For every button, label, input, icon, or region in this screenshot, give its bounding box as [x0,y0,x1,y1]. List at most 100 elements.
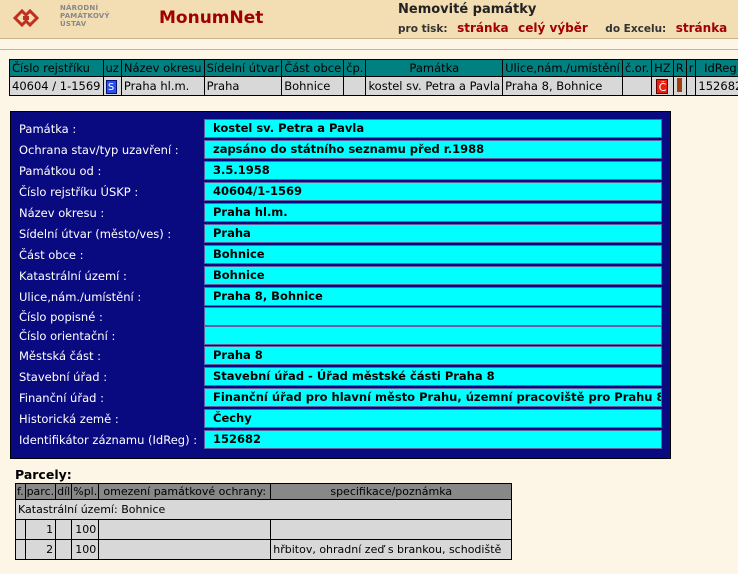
detail-label: Ulice,nám./umístění : [19,290,142,304]
detail-label: Sídelní útvar (město/ves) : [19,227,172,241]
col-idreg[interactable]: IdReg [696,60,738,76]
cell-pct: 100 [72,520,99,539]
header-bar: NÁRODNÍ PAMÁTKOVÝ ÚSTAV MonumNet Nemovit… [0,0,738,38]
cadastre-label: Katastrální území: Bohnice [16,500,512,519]
detail-label: Městská část : [19,349,102,363]
print-all-link[interactable]: celý výběr [518,21,588,35]
section-title: Nemovité památky [398,2,537,17]
detail-value: Bohnice [204,245,662,264]
hz-badge: Č [656,78,669,94]
detail-value [204,326,662,345]
detail-label: Ochrana stav/typ uzavření : [19,143,179,157]
detail-label: Finanční úřad : [19,391,104,405]
excel-page-link[interactable]: stránka [676,21,728,35]
detail-label: Část obce : [19,248,84,262]
detail-value: 3.5.1958 [204,161,662,180]
detail-row: Ulice,nám./umístění : Praha 8, Bohnice [11,287,672,307]
cell-note [271,520,512,539]
cell-f [16,520,25,539]
cell-f [16,540,25,559]
cell-part: Bohnice [282,77,344,95]
detail-row: Část obce : Bohnice [11,245,672,265]
col-r[interactable]: R [673,60,686,76]
uz-badge: S [105,79,117,94]
toolbar-divider [0,49,738,50]
detail-value: 40604/1-1569 [204,182,662,201]
logo-line-1: NÁRODNÍ [60,4,99,12]
print-page-link[interactable]: stránka [457,21,509,35]
detail-value: kostel sv. Petra a Pavla [204,119,662,138]
print-label: pro tisk: [398,23,448,35]
cell-idreg: 152682 [696,77,738,95]
cell-r2 [686,77,696,95]
detail-label: Číslo orientační : [19,329,116,343]
cell-cp [344,77,366,95]
col-r2[interactable]: r [686,60,696,76]
detail-row: Památka : kostel sv. Petra a Pavla [11,119,672,139]
excel-label: do Excelu: [605,23,667,35]
detail-row: Historická země : Čechy [11,409,672,429]
detail-row: Stavební úřad : Stavební úřad - Úřad měst… [11,367,672,387]
detail-value: Bohnice [204,266,662,285]
detail-label: Historická země : [19,412,119,426]
col-part[interactable]: Část obce [282,60,344,76]
cell-note: hřbitov, ohradní zeď s brankou, schodišt… [271,540,512,559]
col-monument[interactable]: Památka [366,60,503,76]
npu-logo[interactable]: NÁRODNÍ PAMÁTKOVÝ ÚSTAV [8,2,148,36]
detail-label: Číslo popisné : [19,310,103,324]
detail-value: Stavební úřad - Úřad městské části Praha… [204,367,662,386]
detail-label: Památkou od : [19,164,102,178]
logo-text: NÁRODNÍ PAMÁTKOVÝ ÚSTAV [60,4,140,28]
cell-street: Praha 8, Bohnice [503,77,622,95]
cadastre-row: Katastrální území: Bohnice [16,500,512,519]
detail-row: Název okresu : Praha hl.m. [11,203,672,223]
col-uz[interactable]: uz [103,60,121,76]
col-district[interactable]: Název okresu [121,60,204,76]
detail-label: Stavební úřad : [19,370,108,384]
cell-cor [622,77,652,95]
header-divider [0,38,738,39]
detail-label: Název okresu : [19,206,105,220]
detail-row: Číslo popisné : [11,307,672,327]
cell-district: Praha hl.m. [121,77,204,95]
col-pct: %pl. [72,484,99,499]
cell-uz: S [103,77,121,95]
table-row: 1 100 [16,520,512,539]
cell-dil [56,520,72,539]
detail-value: zapsáno do státního seznamu před r.1988 [204,140,662,159]
detail-value: Praha 8, Bohnice [204,287,662,306]
cell-pct: 100 [72,540,99,559]
detail-value [204,307,662,326]
col-dil: díl [56,484,72,499]
cell-limit [99,540,271,559]
summary-row[interactable]: 40604 / 1-1569 S Praha hl.m. Praha Bohni… [10,77,738,95]
detail-value: Praha 8 [204,346,662,365]
col-street[interactable]: Ulice,nám./umístění [503,60,622,76]
detail-row: Číslo rejstříku ÚSKP : 40604/1-1569 [11,182,672,202]
detail-row: Sídelní útvar (město/ves) : Praha [11,224,672,244]
cell-reg-no[interactable]: 40604 / 1-1569 [10,77,103,95]
summary-header-row: Číslo rejstříku uz Název okresu Sídelní … [10,60,738,76]
col-note: specifikace/poznámka [271,484,512,499]
detail-row: Identifikátor záznamu (IdReg) : 152682 [11,430,672,450]
detail-label: Identifikátor záznamu (IdReg) : [19,433,198,447]
col-reg-no[interactable]: Číslo rejstříku [10,60,103,76]
cell-dil [56,540,72,559]
detail-value: Čechy [204,409,662,428]
col-cp[interactable]: čp. [344,60,366,76]
detail-row: Katastrální území : Bohnice [11,266,672,286]
detail-value: Praha [204,224,662,243]
summary-table: Číslo rejstříku uz Název okresu Sídelní … [9,59,738,96]
cell-monument[interactable]: kostel sv. Petra a Pavla [366,77,503,95]
logo-line-2: PAMÁTKOVÝ [60,12,110,20]
detail-value: Praha hl.m. [204,203,662,222]
col-f: f. [16,484,25,499]
detail-value: 152682 [204,430,662,449]
col-cor[interactable]: č.or. [622,60,652,76]
app-title[interactable]: MonumNet [159,8,263,28]
col-settlement[interactable]: Sídelní útvar [204,60,282,76]
col-hz[interactable]: HZ [652,60,673,76]
npu-logo-icon [12,8,40,28]
detail-row: Památkou od : 3.5.1958 [11,161,672,181]
table-row: 2 100 hřbitov, ohradní zeď s brankou, sc… [16,540,512,559]
